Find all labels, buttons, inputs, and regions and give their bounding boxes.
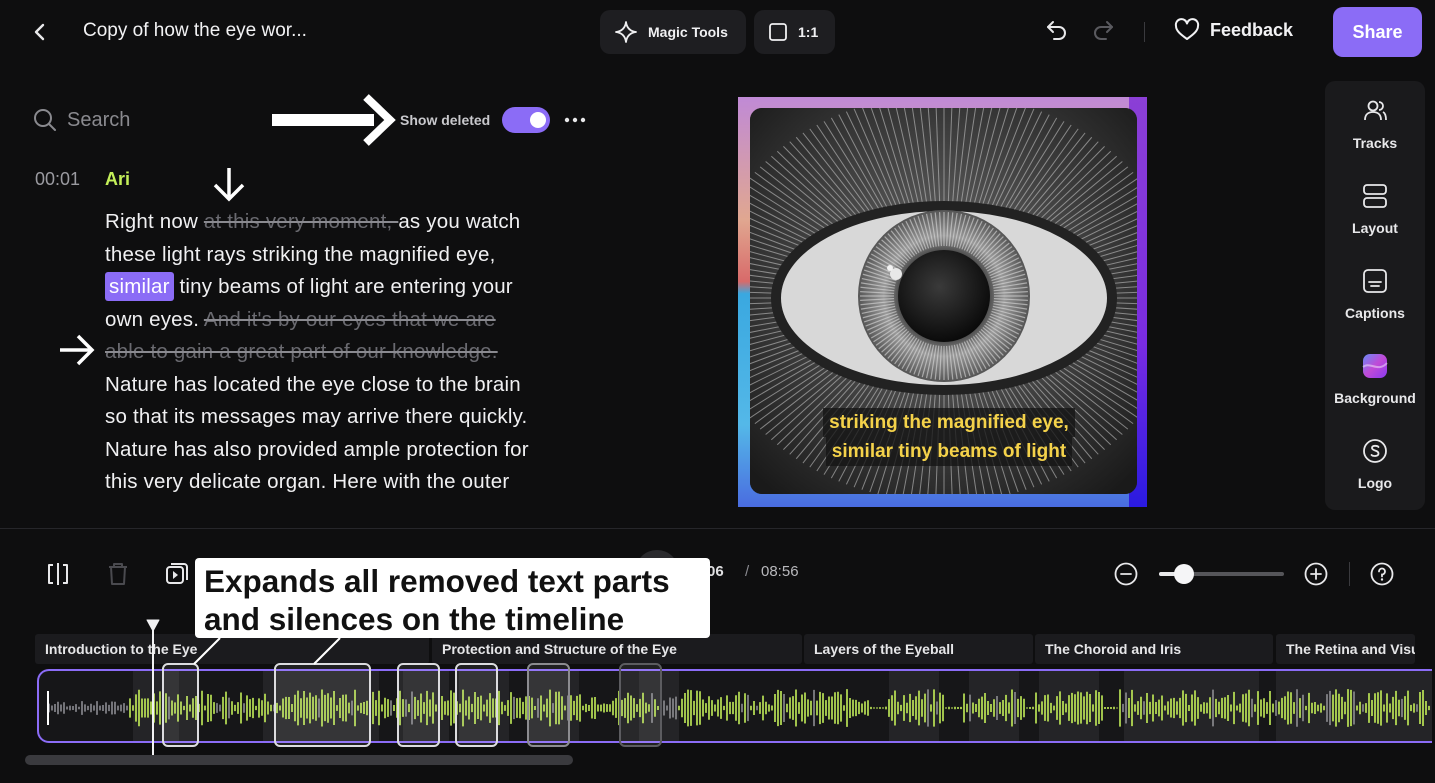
show-deleted-label: Show deleted [400, 112, 491, 128]
magic-tools-button[interactable]: Magic Tools [600, 10, 746, 54]
transcript-segment[interactable]: Nature has located the eye close to the … [105, 373, 529, 494]
zoom-in-icon[interactable] [1304, 562, 1328, 586]
captions-icon [1363, 269, 1387, 293]
chapter-item[interactable]: The Choroid and Iris [1035, 634, 1273, 664]
delete-button[interactable] [104, 560, 132, 588]
sidebar-label: Layout [1352, 220, 1398, 236]
removed-section[interactable] [397, 663, 440, 747]
arrow-right-icon [272, 94, 396, 146]
sidebar-item-background[interactable]: Background [1325, 339, 1425, 419]
playhead-handle-icon[interactable] [146, 618, 160, 632]
segment-timestamp[interactable]: 00:01 [35, 169, 80, 190]
sidebar-item-layout[interactable]: Layout [1325, 169, 1425, 249]
split-icon [48, 563, 68, 585]
sparkle-icon [615, 21, 637, 43]
show-deleted-timeline-button[interactable] [163, 560, 191, 588]
undo-icon [1047, 21, 1066, 40]
sidebar-label: Captions [1345, 305, 1405, 321]
magic-tools-label: Magic Tools [648, 24, 728, 40]
tracks-icon [1364, 100, 1387, 121]
chapter-item[interactable]: Protection and Structure of the Eye [432, 634, 802, 664]
top-bar: Copy of how the eye wor... Magic Tools 1… [0, 0, 1435, 64]
divider [0, 528, 1435, 529]
project-title[interactable]: Copy of how the eye wor... [83, 20, 307, 42]
video-frame-image: striking the magnified eye, similar tiny… [750, 108, 1137, 494]
search-icon [34, 109, 56, 131]
total-time: 08:56 [761, 563, 799, 580]
aspect-ratio-label: 1:1 [798, 24, 819, 40]
sidebar-item-captions[interactable]: Captions [1325, 254, 1425, 334]
chapter-item[interactable]: The Retina and Visu [1276, 634, 1415, 664]
caption-line-2: similar tiny beams of light [825, 437, 1073, 466]
sidebar-item-logo[interactable]: Logo [1325, 424, 1425, 504]
removed-section[interactable] [274, 663, 371, 747]
chevron-left-icon [34, 23, 45, 41]
divider [1144, 22, 1145, 42]
redo-button[interactable] [1090, 16, 1116, 42]
arrow-down-icon [213, 168, 245, 202]
removed-section[interactable] [527, 663, 570, 747]
divider [1349, 562, 1350, 586]
removed-section[interactable] [162, 663, 199, 747]
right-sidebar: Tracks Layout Captions Background Logo [1325, 81, 1425, 510]
expand-icon [166, 563, 188, 584]
transcript-segment[interactable]: Right now [105, 210, 204, 233]
waveform [47, 671, 1432, 741]
removed-section[interactable] [619, 663, 662, 747]
feedback-button[interactable]: Feedback [1174, 18, 1293, 42]
sidebar-label: Tracks [1352, 135, 1398, 151]
arrow-right-small-icon [60, 334, 95, 366]
time-separator: / [745, 563, 750, 580]
speaker-name[interactable]: Ari [105, 169, 130, 190]
transcript-text[interactable]: Right now at this very moment, as you wa… [105, 206, 535, 526]
layout-icon [1363, 184, 1387, 208]
aspect-ratio-button[interactable]: 1:1 [754, 10, 835, 54]
highlighted-word[interactable]: similar [105, 272, 174, 301]
deleted-segment[interactable]: at this very moment, [204, 210, 398, 233]
undo-button[interactable] [1044, 16, 1070, 42]
caption-line-1: striking the magnified eye, [823, 408, 1075, 437]
help-icon[interactable] [1370, 562, 1394, 586]
audio-track[interactable] [37, 669, 1432, 743]
sidebar-label: Background [1334, 390, 1416, 406]
callout-pointer-lines [193, 637, 341, 665]
share-button[interactable]: Share [1333, 7, 1422, 57]
caption-overlay[interactable]: striking the magnified eye, similar tiny… [818, 408, 1080, 466]
search-input[interactable] [67, 106, 247, 134]
chapter-item[interactable]: Layers of the Eyeball [804, 634, 1033, 664]
annotation-callout: Expands all removed text parts and silen… [195, 558, 710, 638]
logo-icon [1363, 439, 1387, 463]
zoom-out-icon[interactable] [1114, 562, 1138, 586]
timeline-scrollbar[interactable] [25, 755, 573, 765]
trash-icon [109, 563, 127, 585]
video-preview[interactable]: striking the magnified eye, similar tiny… [738, 97, 1147, 507]
square-icon [769, 23, 787, 41]
playhead[interactable] [152, 628, 154, 756]
more-options-icon[interactable] [563, 108, 587, 132]
redo-icon [1094, 21, 1113, 40]
zoom-slider-handle[interactable] [1174, 564, 1194, 584]
heart-icon [1174, 18, 1200, 40]
feedback-label: Feedback [1210, 19, 1294, 40]
back-button[interactable] [26, 18, 54, 46]
background-icon [1362, 354, 1388, 378]
show-deleted-toggle[interactable] [502, 107, 550, 133]
split-button[interactable] [44, 560, 72, 588]
removed-section[interactable] [455, 663, 498, 747]
sidebar-item-tracks[interactable]: Tracks [1325, 84, 1425, 164]
sidebar-label: Logo [1357, 475, 1393, 491]
